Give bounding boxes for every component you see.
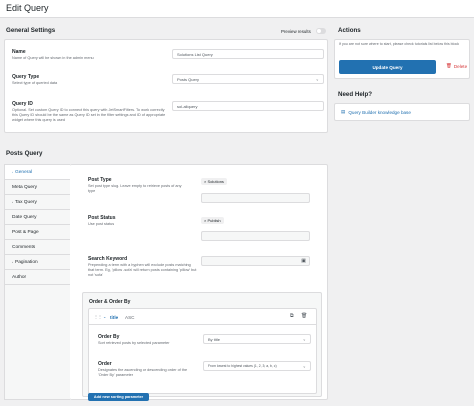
chevron-down-icon[interactable]: ⌄	[103, 315, 106, 319]
trash-icon[interactable]: 🗑	[301, 314, 307, 319]
close-icon[interactable]: ×	[204, 218, 206, 223]
posts-query-panel: Post Type Set post type slug. Leave empt…	[70, 164, 328, 401]
post-status-desc: Use post status	[88, 222, 115, 226]
query-type-label: Query Type	[12, 74, 40, 80]
query-id-desc: Optional. Set custom Query ID to connect…	[12, 108, 166, 122]
posts-query-tabs: › General Meta Query › Tax Query Date Quer…	[4, 164, 71, 400]
order-select[interactable]: From lowest to highest values (1, 2, 3; …	[203, 361, 311, 371]
order-heading: Order & Order By	[89, 299, 131, 305]
add-sorting-label: Add new sorting parameter	[93, 395, 144, 399]
tab-author-label: Author	[12, 274, 27, 280]
help-heading: Need Help?	[338, 91, 373, 98]
dynamic-tag-icon[interactable]: ▣	[301, 259, 306, 264]
post-status-select[interactable]: × Publish	[201, 215, 310, 225]
order-item-field[interactable]: title	[110, 315, 118, 320]
name-label: Name	[12, 49, 26, 55]
chevron-right-icon: ›	[12, 200, 13, 204]
tab-general[interactable]: › General	[5, 165, 71, 180]
actions-card: If you are not sure where to start, plea…	[334, 39, 470, 79]
knowledge-base-link[interactable]: ▤ Query Builder knowledge base	[341, 109, 411, 115]
order-section: Order & Order By ⋮⋮ ⌄ title ASC ⧉ 🗑 Orde…	[82, 292, 322, 397]
tab-post-page[interactable]: Post & Page	[5, 225, 71, 240]
order-by-label: Order By	[98, 334, 120, 340]
order-item: ⋮⋮ ⌄ title ASC ⧉ 🗑 Order By Sort retriev…	[88, 308, 317, 394]
chevron-right-icon: ›	[12, 260, 13, 264]
general-settings-card: Name Name of Query will be shown in the …	[4, 39, 328, 133]
name-desc: Name of Query will be shown in the admin…	[12, 56, 94, 60]
order-label: Order	[98, 361, 112, 367]
search-keyword-label: Search Keyword	[88, 256, 128, 262]
post-type-search-field[interactable]	[201, 193, 310, 203]
order-item-dir: ASC	[125, 315, 135, 320]
update-query-label: Update Query	[372, 64, 403, 70]
posts-query-heading: Posts Query	[6, 150, 43, 157]
chevron-down-icon: ⌄	[315, 76, 319, 82]
update-query-button[interactable]: Update Query	[339, 60, 436, 74]
add-sorting-button[interactable]: Add new sorting parameter	[88, 393, 149, 401]
query-type-select[interactable]: Posts Query ⌄	[172, 74, 324, 84]
name-input-value: Solutions List Query	[177, 51, 213, 57]
search-keyword-desc: Prepending a term with a hyphen will exc…	[88, 263, 197, 277]
preview-results-label: Preview results	[281, 29, 311, 34]
post-type-desc: Set post type slug. Leave empty to retri…	[88, 184, 182, 193]
drag-handle-icon[interactable]: ⋮⋮	[94, 315, 102, 319]
page-header: Edit Query	[0, 0, 474, 18]
query-type-value: Posts Query	[177, 76, 200, 82]
post-type-label: Post Type	[88, 177, 112, 183]
chevron-right-icon: ›	[12, 170, 13, 174]
tab-tax-query[interactable]: › Tax Query	[5, 195, 71, 210]
delete-label: Delete	[453, 63, 468, 69]
chevron-down-icon: ⌄	[302, 363, 306, 369]
close-icon[interactable]: ×	[204, 179, 206, 184]
query-type-desc: Select type of queried data	[12, 81, 58, 85]
tab-author[interactable]: Author	[5, 270, 71, 285]
preview-results-toggle[interactable]	[316, 28, 326, 34]
knowledge-base-label: Query Builder knowledge base	[348, 109, 411, 115]
query-id-value: sol-allquery	[177, 103, 198, 109]
tab-comments-label: Comments	[12, 244, 36, 250]
tab-pagination[interactable]: › Pagination	[5, 255, 71, 270]
post-status-chip[interactable]: × Publish	[201, 217, 224, 224]
trash-icon: 🗑	[446, 63, 452, 68]
actions-heading: Actions	[338, 27, 361, 34]
delete-link[interactable]: 🗑 Delete	[446, 63, 467, 69]
tab-meta-query-label: Meta Query	[12, 184, 38, 190]
tab-post-page-label: Post & Page	[12, 229, 39, 235]
query-id-input[interactable]: sol-allquery	[172, 101, 324, 111]
actions-desc: If you are not sure where to start, plea…	[339, 42, 460, 46]
order-by-desc: Sort retrieved posts by selected paramet…	[98, 341, 170, 345]
chevron-down-icon: ⌄	[302, 336, 306, 342]
tab-date-query-label: Date Query	[12, 214, 37, 220]
copy-icon[interactable]: ⧉	[290, 314, 294, 319]
tab-pagination-label: Pagination	[15, 259, 38, 265]
tab-date-query[interactable]: Date Query	[5, 210, 71, 225]
page-title: Edit Query	[6, 3, 49, 13]
post-type-select[interactable]: × Solutions	[201, 176, 310, 186]
order-value: From lowest to highest values (1, 2, 3; …	[208, 364, 277, 368]
tab-general-label: General	[15, 169, 33, 175]
query-id-label: Query ID	[12, 101, 33, 107]
post-type-chip[interactable]: × Solutions	[201, 178, 227, 185]
document-icon: ▤	[341, 109, 346, 114]
order-by-value: By title	[208, 336, 221, 342]
tab-tax-query-label: Tax Query	[15, 199, 37, 205]
post-status-search-field[interactable]	[201, 231, 310, 241]
tab-meta-query[interactable]: Meta Query	[5, 180, 71, 195]
name-input[interactable]: Solutions List Query	[172, 49, 324, 59]
help-card: ▤ Query Builder knowledge base	[334, 103, 470, 121]
post-status-label: Post Status	[88, 215, 116, 221]
tab-comments[interactable]: Comments	[5, 240, 71, 255]
order-by-select[interactable]: By title ⌄	[203, 334, 311, 344]
post-status-chip-label: Publish	[207, 218, 221, 223]
divider	[89, 324, 316, 325]
general-settings-heading: General Settings	[6, 27, 56, 34]
order-desc: Designates the ascending or descending o…	[98, 368, 188, 377]
search-keyword-input[interactable]: ▣	[201, 256, 310, 266]
post-type-chip-label: Solutions	[207, 179, 224, 184]
